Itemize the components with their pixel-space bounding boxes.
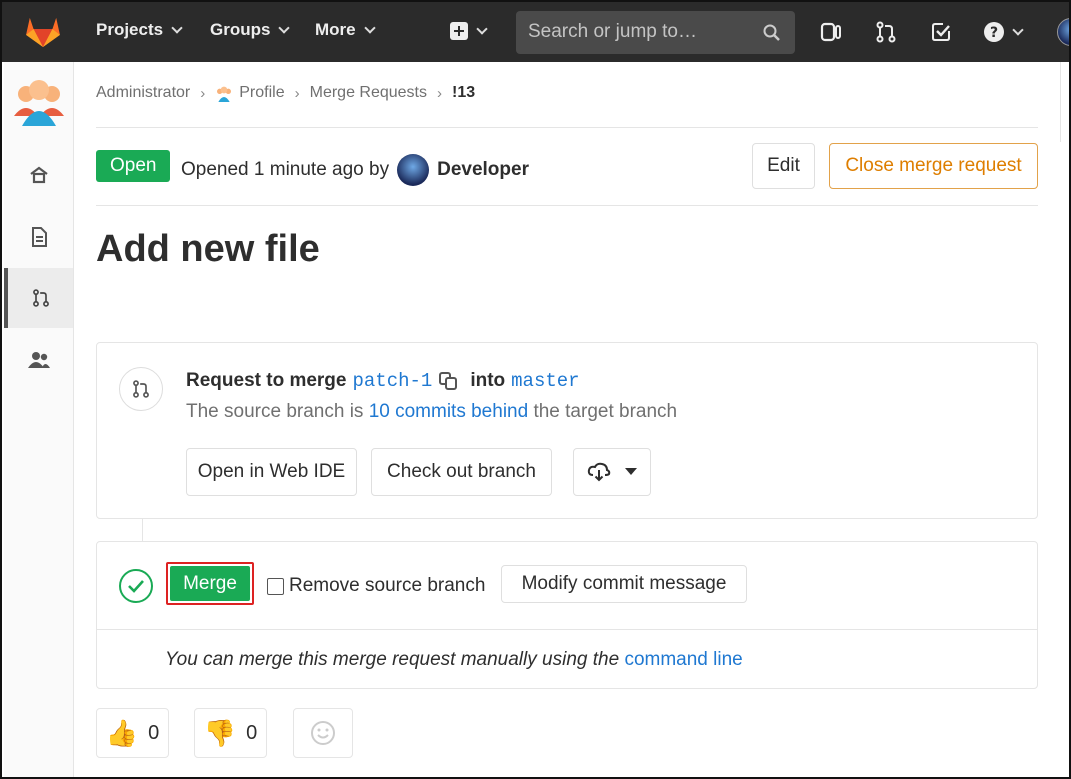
project-sidebar: [4, 62, 74, 777]
request-to-merge-line: Request to merge patch-1 into master: [186, 370, 580, 392]
merge-widget: Merge Remove source branch Modify commit…: [96, 541, 1038, 689]
project-avatar-icon: [13, 80, 64, 126]
nav-more[interactable]: More: [315, 20, 376, 40]
checkbox[interactable]: [267, 577, 284, 595]
new-dropdown[interactable]: [450, 22, 488, 40]
caret-down-icon: [625, 468, 637, 475]
members-icon: [27, 352, 50, 368]
author-name[interactable]: Developer: [437, 159, 529, 181]
command-line-link[interactable]: command line: [624, 649, 742, 670]
help-dropdown[interactable]: ?: [984, 22, 1024, 42]
search-input[interactable]: [528, 21, 748, 43]
breadcrumb-merge-requests[interactable]: Merge Requests: [310, 84, 427, 102]
download-dropdown-button[interactable]: [573, 448, 651, 496]
search-icon: [763, 24, 780, 41]
behind-suffix: the target branch: [533, 401, 678, 422]
chevron-down-icon: [363, 22, 376, 34]
nav-groups-label: Groups: [210, 20, 271, 39]
modify-commit-message-button[interactable]: Modify commit message: [501, 565, 747, 603]
thumbs-down-icon: 👎: [203, 717, 237, 748]
user-avatar[interactable]: [1057, 18, 1069, 46]
thumbs-down-count: 0: [246, 721, 258, 744]
timeline-connector: [142, 519, 143, 541]
smiley-icon: [311, 721, 335, 745]
divider: [96, 127, 1038, 128]
branch-info-card: Request to merge patch-1 into master The…: [96, 342, 1038, 519]
sidebar-item-repository[interactable]: [4, 207, 73, 267]
request-prefix: Request to merge: [186, 370, 347, 391]
svg-text:?: ?: [990, 25, 998, 41]
edit-button[interactable]: Edit: [752, 143, 815, 189]
help-icon: ?: [984, 22, 1004, 42]
add-reaction-button[interactable]: [293, 708, 353, 758]
breadcrumb-profile-label: Profile: [239, 84, 285, 101]
merge-button-label: Merge: [170, 566, 250, 601]
ready-to-merge-icon: [119, 569, 153, 603]
close-merge-request-button[interactable]: Close merge request: [829, 143, 1038, 189]
chevron-right-icon: ›: [294, 84, 300, 102]
thumbs-up-button[interactable]: 👍 0: [96, 708, 169, 758]
top-navbar: Projects Groups More Search or jump to… …: [2, 2, 1069, 62]
merge-requests-icon: [133, 380, 149, 398]
behind-prefix: The source branch is: [186, 401, 364, 422]
sidebar-item-members[interactable]: [4, 330, 73, 390]
home-icon: [29, 166, 48, 184]
merge-button[interactable]: Merge: [166, 562, 254, 605]
chevron-down-icon: [1012, 24, 1024, 36]
chevron-down-icon: [476, 23, 488, 35]
chevron-right-icon: ›: [437, 84, 442, 102]
todos-icon[interactable]: [929, 20, 953, 44]
nav-groups[interactable]: Groups: [210, 20, 291, 40]
chevron-right-icon: ›: [200, 84, 206, 102]
divider: [96, 205, 1038, 206]
search-box[interactable]: [516, 11, 795, 54]
target-branch[interactable]: master: [511, 370, 579, 392]
opened-text: Opened 1 minute ago by: [181, 159, 390, 180]
behind-line: The source branch is 10 commits behind t…: [186, 401, 677, 423]
page-title: Add new file: [96, 228, 320, 270]
into-label: into: [470, 370, 506, 391]
opened-by-line: Opened 1 minute ago by Developer: [181, 154, 529, 186]
browser-frame: Projects Groups More Search or jump to… …: [0, 0, 1071, 779]
project-avatar[interactable]: [4, 66, 73, 132]
nav-projects[interactable]: Projects: [96, 20, 183, 40]
issues-icon[interactable]: [819, 20, 843, 44]
breadcrumb: Administrator › Profile › Merge Requests…: [96, 84, 475, 102]
nav-more-label: More: [315, 20, 356, 39]
thumbs-down-button[interactable]: 👎 0: [194, 708, 267, 758]
merge-request-status-icon: [119, 367, 163, 411]
divider: [97, 629, 1037, 630]
status-badge: Open: [96, 150, 171, 182]
thumbs-up-count: 0: [148, 721, 160, 744]
remove-source-branch-label: Remove source branch: [289, 575, 486, 596]
chevron-down-icon: [171, 22, 183, 34]
copy-icon[interactable]: [438, 371, 458, 391]
manual-merge-hint: You can merge this merge request manuall…: [165, 649, 743, 671]
manual-merge-text: You can merge this merge request manuall…: [165, 649, 620, 670]
gitlab-logo-icon[interactable]: [26, 16, 60, 48]
remove-source-branch-checkbox[interactable]: Remove source branch: [267, 575, 485, 597]
breadcrumb-administrator[interactable]: Administrator: [96, 84, 190, 102]
chevron-down-icon: [278, 22, 291, 34]
cloud-download-icon: [587, 462, 611, 482]
merge-requests-icon[interactable]: [874, 20, 898, 44]
author-avatar[interactable]: [397, 154, 430, 186]
right-divider: [1060, 62, 1061, 142]
sidebar-item-project-home[interactable]: [4, 145, 73, 205]
profile-avatar-icon: [217, 86, 232, 102]
check-out-branch-button[interactable]: Check out branch: [371, 448, 552, 496]
nav-projects-label: Projects: [96, 20, 164, 39]
source-branch[interactable]: patch-1: [352, 370, 432, 392]
plus-square-icon: [450, 22, 468, 40]
breadcrumb-current[interactable]: !13: [452, 84, 475, 102]
document-icon: [31, 227, 47, 247]
check-icon: [128, 580, 144, 593]
merge-requests-icon: [32, 289, 49, 307]
commits-behind-link[interactable]: 10 commits behind: [369, 401, 528, 422]
breadcrumb-profile[interactable]: Profile: [215, 84, 285, 102]
thumbs-up-icon: 👍: [105, 717, 139, 748]
sidebar-item-merge-requests[interactable]: [4, 268, 73, 328]
open-in-web-ide-button[interactable]: Open in Web IDE: [186, 448, 357, 496]
